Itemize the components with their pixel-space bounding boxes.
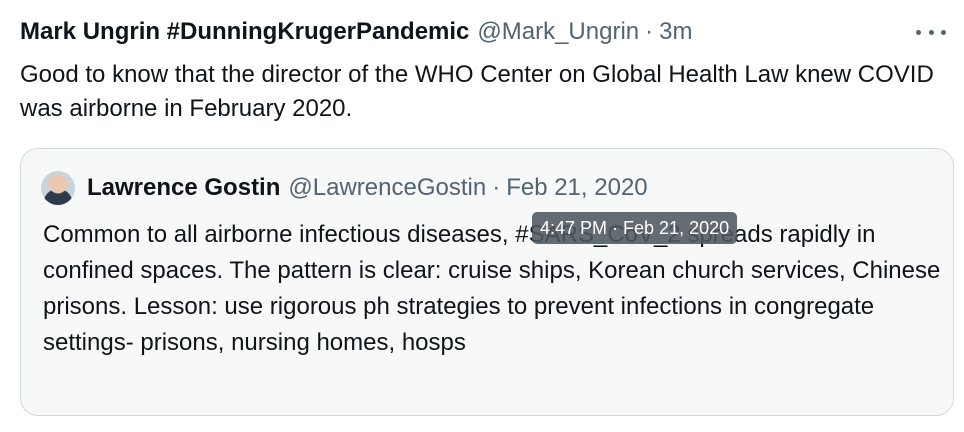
quoted-author-name[interactable]: Lawrence Gostin <box>87 174 280 202</box>
separator-dot: · <box>492 174 501 201</box>
avatar[interactable] <box>41 171 75 205</box>
quoted-tweet-date[interactable]: Feb 21, 2020 <box>506 174 647 202</box>
tweet-header: Mark Ungrin #DunningKrugerPandemic @Mark… <box>20 16 692 48</box>
more-horizontal-icon[interactable] <box>916 20 946 44</box>
timestamp-tooltip: 4:47 PM · Feb 21, 2020 <box>532 212 738 244</box>
more-dot <box>941 29 946 35</box>
tweet-timestamp[interactable]: 3m <box>659 18 692 46</box>
tweet: Mark Ungrin #DunningKrugerPandemic @Mark… <box>0 0 964 432</box>
quoted-tweet-card[interactable]: Lawrence Gostin @LawrenceGostin · Feb 21… <box>20 148 954 416</box>
tweet-text: Good to know that the director of the WH… <box>20 61 934 122</box>
quoted-tweet-text: Common to all airborne infectious diseas… <box>43 221 941 356</box>
more-dot <box>916 29 921 35</box>
separator-dot: · <box>645 18 654 45</box>
author-handle[interactable]: @Mark_Ungrin <box>477 18 639 46</box>
quoted-tweet-header: Lawrence Gostin @LawrenceGostin · Feb 21… <box>41 171 648 205</box>
author-name[interactable]: Mark Ungrin #DunningKrugerPandemic <box>20 18 469 46</box>
quoted-author-handle[interactable]: @LawrenceGostin <box>288 174 486 202</box>
more-dot <box>928 29 934 35</box>
